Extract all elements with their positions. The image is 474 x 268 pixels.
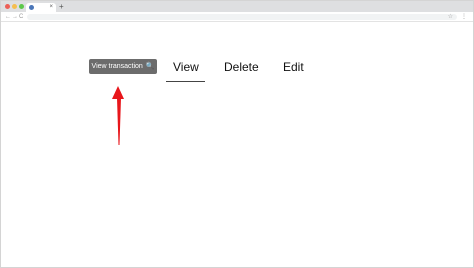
forward-icon[interactable]: → — [12, 12, 18, 22]
red-arrow-annotation-icon — [112, 86, 124, 145]
zoom-window-button[interactable] — [19, 4, 24, 9]
magnifier-icon: 🔍 — [145, 63, 155, 70]
favicon-icon — [29, 5, 34, 10]
browser-window: × + ← → C ☆ ⋮ View transaction 🔍 View De… — [0, 0, 474, 268]
edit-link[interactable]: Edit — [283, 59, 304, 75]
view-link-underline — [166, 81, 205, 82]
back-icon[interactable]: ← — [5, 12, 11, 22]
delete-link[interactable]: Delete — [224, 59, 259, 75]
bookmark-star-icon[interactable]: ☆ — [448, 12, 453, 22]
new-tab-button[interactable]: + — [59, 2, 64, 11]
tab-close-icon[interactable]: × — [49, 3, 53, 12]
close-window-button[interactable] — [5, 4, 10, 9]
browser-tab[interactable]: × — [26, 3, 56, 12]
tab-strip: × + — [1, 1, 473, 12]
view-transaction-label: View transaction — [91, 63, 143, 70]
minimize-window-button[interactable] — [12, 4, 17, 9]
reload-icon[interactable]: C — [19, 12, 23, 22]
view-transaction-button[interactable]: View transaction 🔍 — [89, 59, 157, 74]
browser-menu-icon[interactable]: ⋮ — [461, 12, 467, 22]
browser-toolbar: ← → C ☆ ⋮ — [1, 12, 473, 22]
address-bar[interactable] — [27, 14, 457, 20]
view-link[interactable]: View — [173, 59, 199, 75]
